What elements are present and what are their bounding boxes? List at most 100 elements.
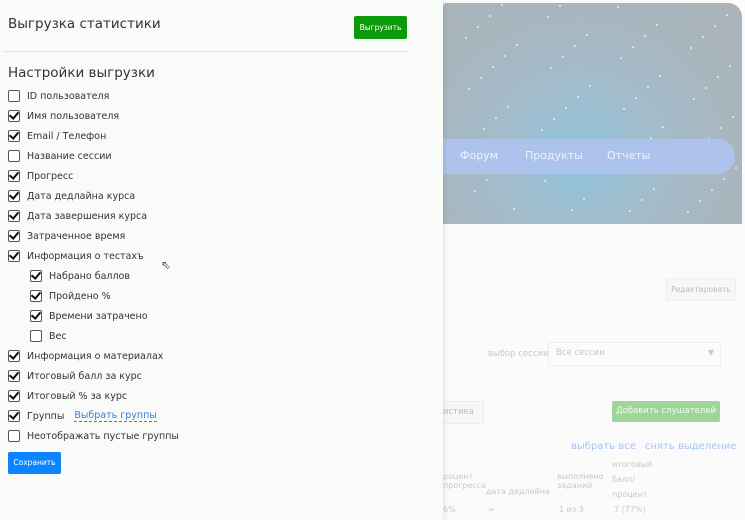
option-label: Неотображать пустые группы bbox=[27, 430, 179, 442]
star bbox=[632, 46, 634, 48]
option-row[interactable]: Email / Телефон bbox=[8, 129, 106, 143]
option-row[interactable]: Группы Выбрать группы bbox=[8, 409, 157, 423]
option-label: Email / Телефон bbox=[27, 130, 107, 142]
star bbox=[501, 4, 503, 6]
option-row[interactable]: Название сессии bbox=[8, 149, 112, 163]
option-row[interactable]: Информация о тестахъ bbox=[8, 249, 144, 263]
checkbox[interactable] bbox=[8, 250, 20, 262]
option-label: Времени затрачено bbox=[49, 310, 148, 322]
star bbox=[641, 199, 643, 201]
checkbox[interactable] bbox=[8, 110, 20, 122]
checkbox[interactable] bbox=[30, 310, 42, 322]
star bbox=[729, 65, 731, 67]
star bbox=[720, 127, 722, 129]
checkbox[interactable] bbox=[8, 210, 20, 222]
option-label: Группы bbox=[27, 410, 65, 422]
table-cell: 1 из 3 bbox=[559, 505, 584, 514]
mouse-cursor-icon: ⇖ bbox=[161, 258, 172, 272]
star bbox=[653, 188, 655, 190]
star bbox=[629, 210, 631, 212]
option-row[interactable]: Пройдено % bbox=[30, 289, 111, 303]
star bbox=[507, 106, 509, 108]
table-header: итоговый балл/ процент bbox=[612, 460, 653, 499]
checkbox[interactable] bbox=[8, 170, 20, 182]
deselect-link[interactable]: снять выделение bbox=[645, 441, 737, 452]
option-label: Информация о тестахъ bbox=[27, 250, 144, 262]
option-row[interactable]: Затраченное время bbox=[8, 229, 125, 243]
option-row[interactable]: Времени затрачено bbox=[30, 309, 148, 323]
option-row[interactable]: Прогресс bbox=[8, 169, 73, 183]
table-header: роцент прогресса bbox=[443, 472, 487, 490]
star bbox=[662, 126, 664, 128]
star bbox=[474, 190, 476, 192]
session-label: выбор сессии bbox=[488, 349, 549, 359]
export-button[interactable]: Выгрузить bbox=[354, 16, 407, 39]
option-row[interactable]: Информация о материалах bbox=[8, 349, 163, 363]
panel-title: Выгрузка статистики bbox=[8, 16, 161, 32]
option-row[interactable]: Итоговый балл за курс bbox=[8, 369, 142, 383]
option-row[interactable]: Имя пользователя bbox=[8, 109, 119, 123]
checkbox[interactable] bbox=[8, 410, 20, 422]
option-row[interactable]: ID пользователя bbox=[8, 89, 109, 103]
star bbox=[544, 180, 546, 182]
option-row[interactable]: Итоговый % за курс bbox=[8, 389, 127, 403]
choose-groups-link[interactable]: Выбрать группы bbox=[74, 410, 157, 422]
star bbox=[656, 24, 658, 26]
checkbox[interactable] bbox=[8, 130, 20, 142]
option-label: Затраченное время bbox=[27, 230, 126, 242]
export-panel: Выгрузка статистики Выгрузить Настройки … bbox=[0, 0, 443, 520]
star bbox=[495, 117, 497, 119]
star bbox=[732, 116, 734, 118]
star bbox=[699, 200, 701, 202]
option-row[interactable]: Дата дедлайна курса bbox=[8, 189, 135, 203]
option-row[interactable]: Дата завершения курса bbox=[8, 209, 147, 223]
checkbox[interactable] bbox=[8, 190, 20, 202]
option-row[interactable]: Неотображать пустые группы bbox=[8, 429, 179, 443]
star bbox=[468, 88, 470, 90]
star bbox=[726, 14, 728, 16]
checkbox[interactable] bbox=[30, 270, 42, 282]
option-label: Информация о материалах bbox=[27, 350, 164, 362]
star bbox=[550, 67, 552, 69]
select-all-link[interactable]: выбрать все bbox=[571, 441, 636, 452]
option-label: Прогресс bbox=[27, 170, 74, 182]
star bbox=[516, 44, 518, 46]
star bbox=[586, 34, 588, 36]
option-label: Итоговый % за курс bbox=[27, 390, 128, 402]
star bbox=[513, 208, 515, 210]
star bbox=[647, 86, 649, 88]
edit-button[interactable]: Редактировать bbox=[666, 278, 736, 301]
option-row[interactable]: Набрано баллов bbox=[30, 269, 130, 283]
checkbox[interactable] bbox=[8, 430, 20, 442]
checkbox[interactable] bbox=[8, 90, 20, 102]
star bbox=[705, 87, 707, 89]
checkbox[interactable] bbox=[8, 370, 20, 382]
checkbox[interactable] bbox=[8, 390, 20, 402]
star bbox=[690, 47, 692, 49]
nav-forum[interactable]: Форум bbox=[460, 149, 498, 162]
star bbox=[486, 179, 488, 181]
hero-banner bbox=[443, 3, 742, 224]
table-cell: ∞ bbox=[488, 505, 495, 514]
checkbox[interactable] bbox=[8, 230, 20, 242]
star bbox=[717, 76, 719, 78]
checkbox[interactable] bbox=[30, 330, 42, 342]
divider bbox=[4, 51, 408, 52]
star bbox=[480, 77, 482, 79]
session-select[interactable]: Все сессии ▼ bbox=[548, 342, 721, 366]
nav-reports[interactable]: Отчеты bbox=[607, 149, 650, 162]
checkbox[interactable] bbox=[8, 150, 20, 162]
settings-title: Настройки выгрузки bbox=[8, 65, 155, 81]
star bbox=[702, 36, 704, 38]
save-button[interactable]: Сохранить bbox=[8, 452, 61, 474]
nav-products[interactable]: Продукты bbox=[525, 149, 583, 162]
option-row[interactable]: Вес bbox=[30, 329, 67, 343]
checkbox[interactable] bbox=[8, 350, 20, 362]
option-label: Пройдено % bbox=[49, 290, 111, 302]
checkbox[interactable] bbox=[30, 290, 42, 302]
table-header: выполнено заданий bbox=[557, 472, 604, 490]
session-value: Все сессии bbox=[556, 348, 605, 358]
star bbox=[735, 167, 737, 169]
add-listeners-button[interactable]: Добавить слушателей bbox=[612, 401, 720, 422]
chevron-down-icon: ▼ bbox=[707, 348, 714, 357]
